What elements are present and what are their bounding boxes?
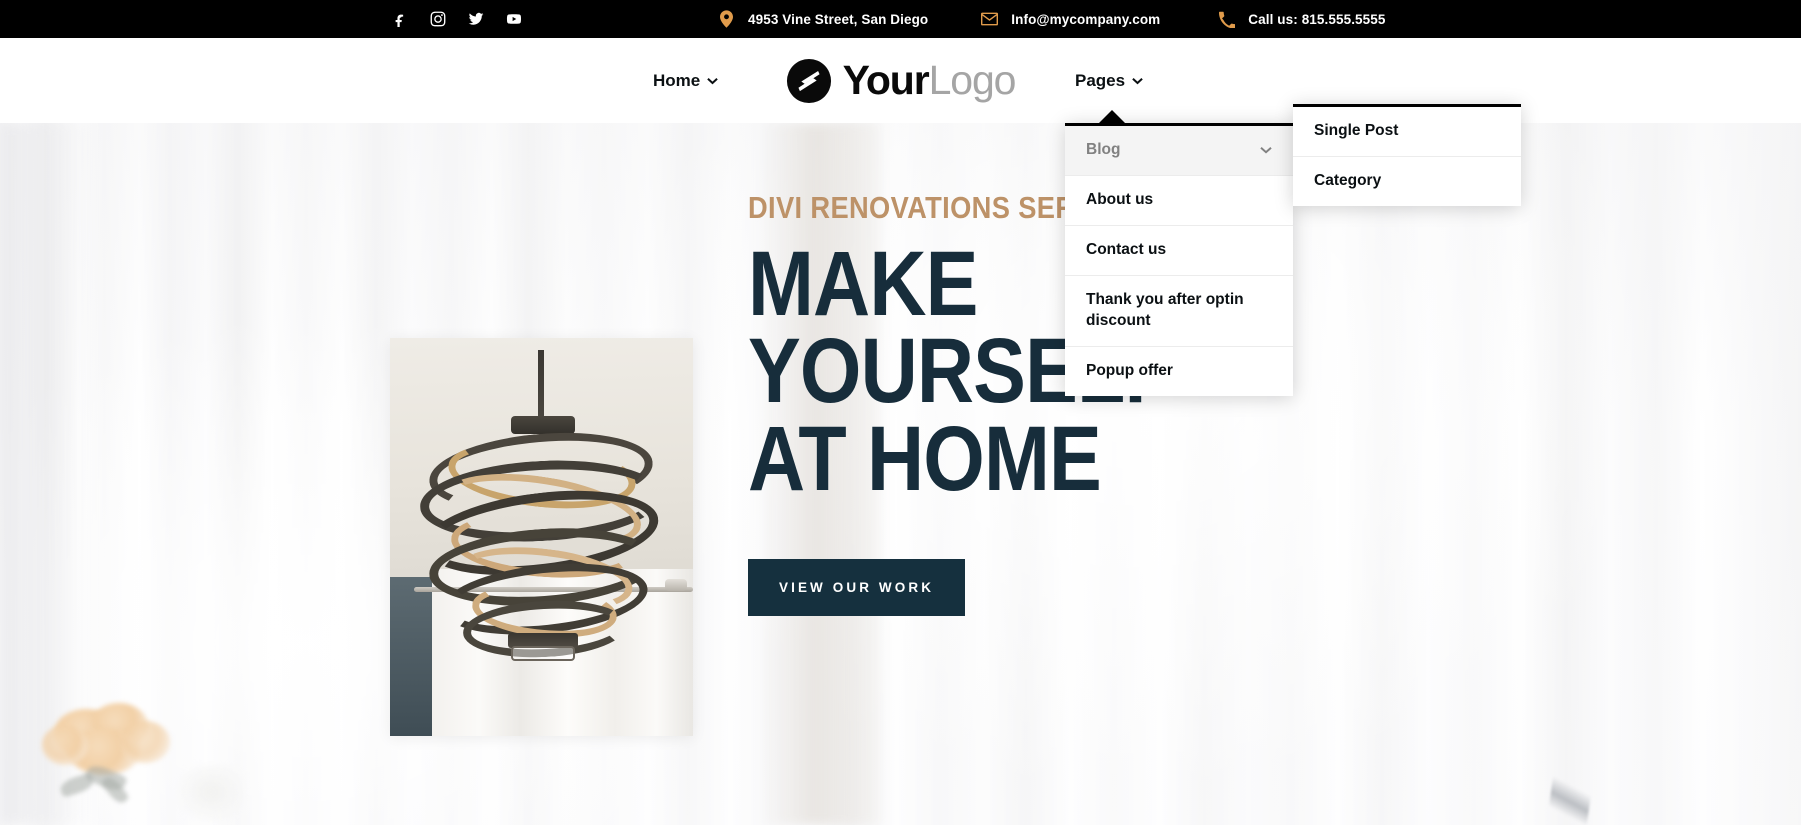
phone-icon bbox=[1218, 10, 1235, 28]
pages-dropdown-menu: Blog About us Contact us Thank you after… bbox=[1065, 110, 1293, 396]
address-item[interactable]: 4953 Vine Street, San Diego bbox=[718, 10, 928, 28]
address-text: 4953 Vine Street, San Diego bbox=[748, 11, 929, 27]
envelope-icon bbox=[981, 10, 999, 28]
phone-item[interactable]: Call us: 815.555.5555 bbox=[1218, 10, 1385, 28]
dropdown-item-blog-label: Blog bbox=[1086, 141, 1121, 158]
hero-headline-line-2: AT HOME bbox=[748, 407, 1102, 510]
dropdown-item-popup-offer[interactable]: Popup offer bbox=[1065, 347, 1293, 396]
submenu-item-category[interactable]: Category bbox=[1293, 157, 1521, 206]
photo-chandelier-stem bbox=[538, 349, 545, 418]
photo-curtain-rod-end bbox=[664, 578, 687, 591]
dropdown-item-thank-you-after-optin-discount[interactable]: Thank you after optin discount bbox=[1065, 276, 1293, 347]
location-pin-icon bbox=[718, 10, 735, 28]
logo-text-primary: Your bbox=[842, 57, 930, 103]
phone-text: Call us: 815.555.5555 bbox=[1248, 11, 1386, 27]
photo-chandelier-glass bbox=[511, 646, 575, 661]
hero-image bbox=[390, 338, 693, 736]
dropdown-item-about-us[interactable]: About us bbox=[1065, 176, 1293, 226]
logo-text: YourLogo bbox=[842, 57, 1017, 103]
twitter-icon[interactable] bbox=[468, 11, 484, 27]
nav-item-pages[interactable]: Pages bbox=[1075, 71, 1143, 91]
youtube-icon[interactable] bbox=[506, 11, 522, 27]
background-accent-right bbox=[1547, 760, 1595, 825]
dropdown-item-blog[interactable]: Blog bbox=[1065, 126, 1293, 176]
chevron-down-icon bbox=[707, 77, 719, 85]
photo-chandelier-cap bbox=[511, 415, 575, 434]
nav-item-home-label: Home bbox=[653, 70, 701, 90]
site-header: Home YourLogo Pages bbox=[0, 38, 1801, 123]
logo-mark-icon bbox=[786, 58, 832, 104]
social-links bbox=[392, 11, 522, 27]
nav-item-home[interactable]: Home bbox=[653, 70, 719, 91]
main-navigation: Home YourLogo Pages bbox=[0, 58, 1801, 104]
email-text: Info@mycompany.com bbox=[1011, 11, 1161, 27]
hero-section: DIVI RENOVATIONS SERVICE MAKE YOURSELF A… bbox=[0, 123, 1801, 825]
facebook-icon[interactable] bbox=[392, 11, 408, 27]
chevron-down-icon bbox=[1132, 77, 1143, 85]
email-item[interactable]: Info@mycompany.com bbox=[981, 10, 1160, 28]
page-root: 4953 Vine Street, San Diego Info@mycompa… bbox=[0, 0, 1801, 825]
logo-text-secondary: Logo bbox=[928, 57, 1017, 103]
blog-submenu: Single Post Category bbox=[1293, 104, 1521, 206]
submenu-item-single-post[interactable]: Single Post bbox=[1293, 107, 1521, 157]
instagram-icon[interactable] bbox=[430, 11, 446, 27]
flower-decoration-secondary bbox=[176, 765, 246, 825]
chevron-down-icon bbox=[1260, 146, 1272, 154]
nav-item-pages-label: Pages bbox=[1075, 70, 1126, 90]
dropdown-item-contact-us[interactable]: Contact us bbox=[1065, 226, 1293, 276]
top-contact-bar: 4953 Vine Street, San Diego Info@mycompa… bbox=[0, 0, 1801, 38]
chandelier-photo bbox=[390, 338, 693, 736]
site-logo[interactable]: YourLogo bbox=[786, 58, 1016, 104]
view-our-work-button[interactable]: VIEW OUR WORK bbox=[748, 559, 966, 616]
flower-decoration bbox=[38, 699, 186, 817]
